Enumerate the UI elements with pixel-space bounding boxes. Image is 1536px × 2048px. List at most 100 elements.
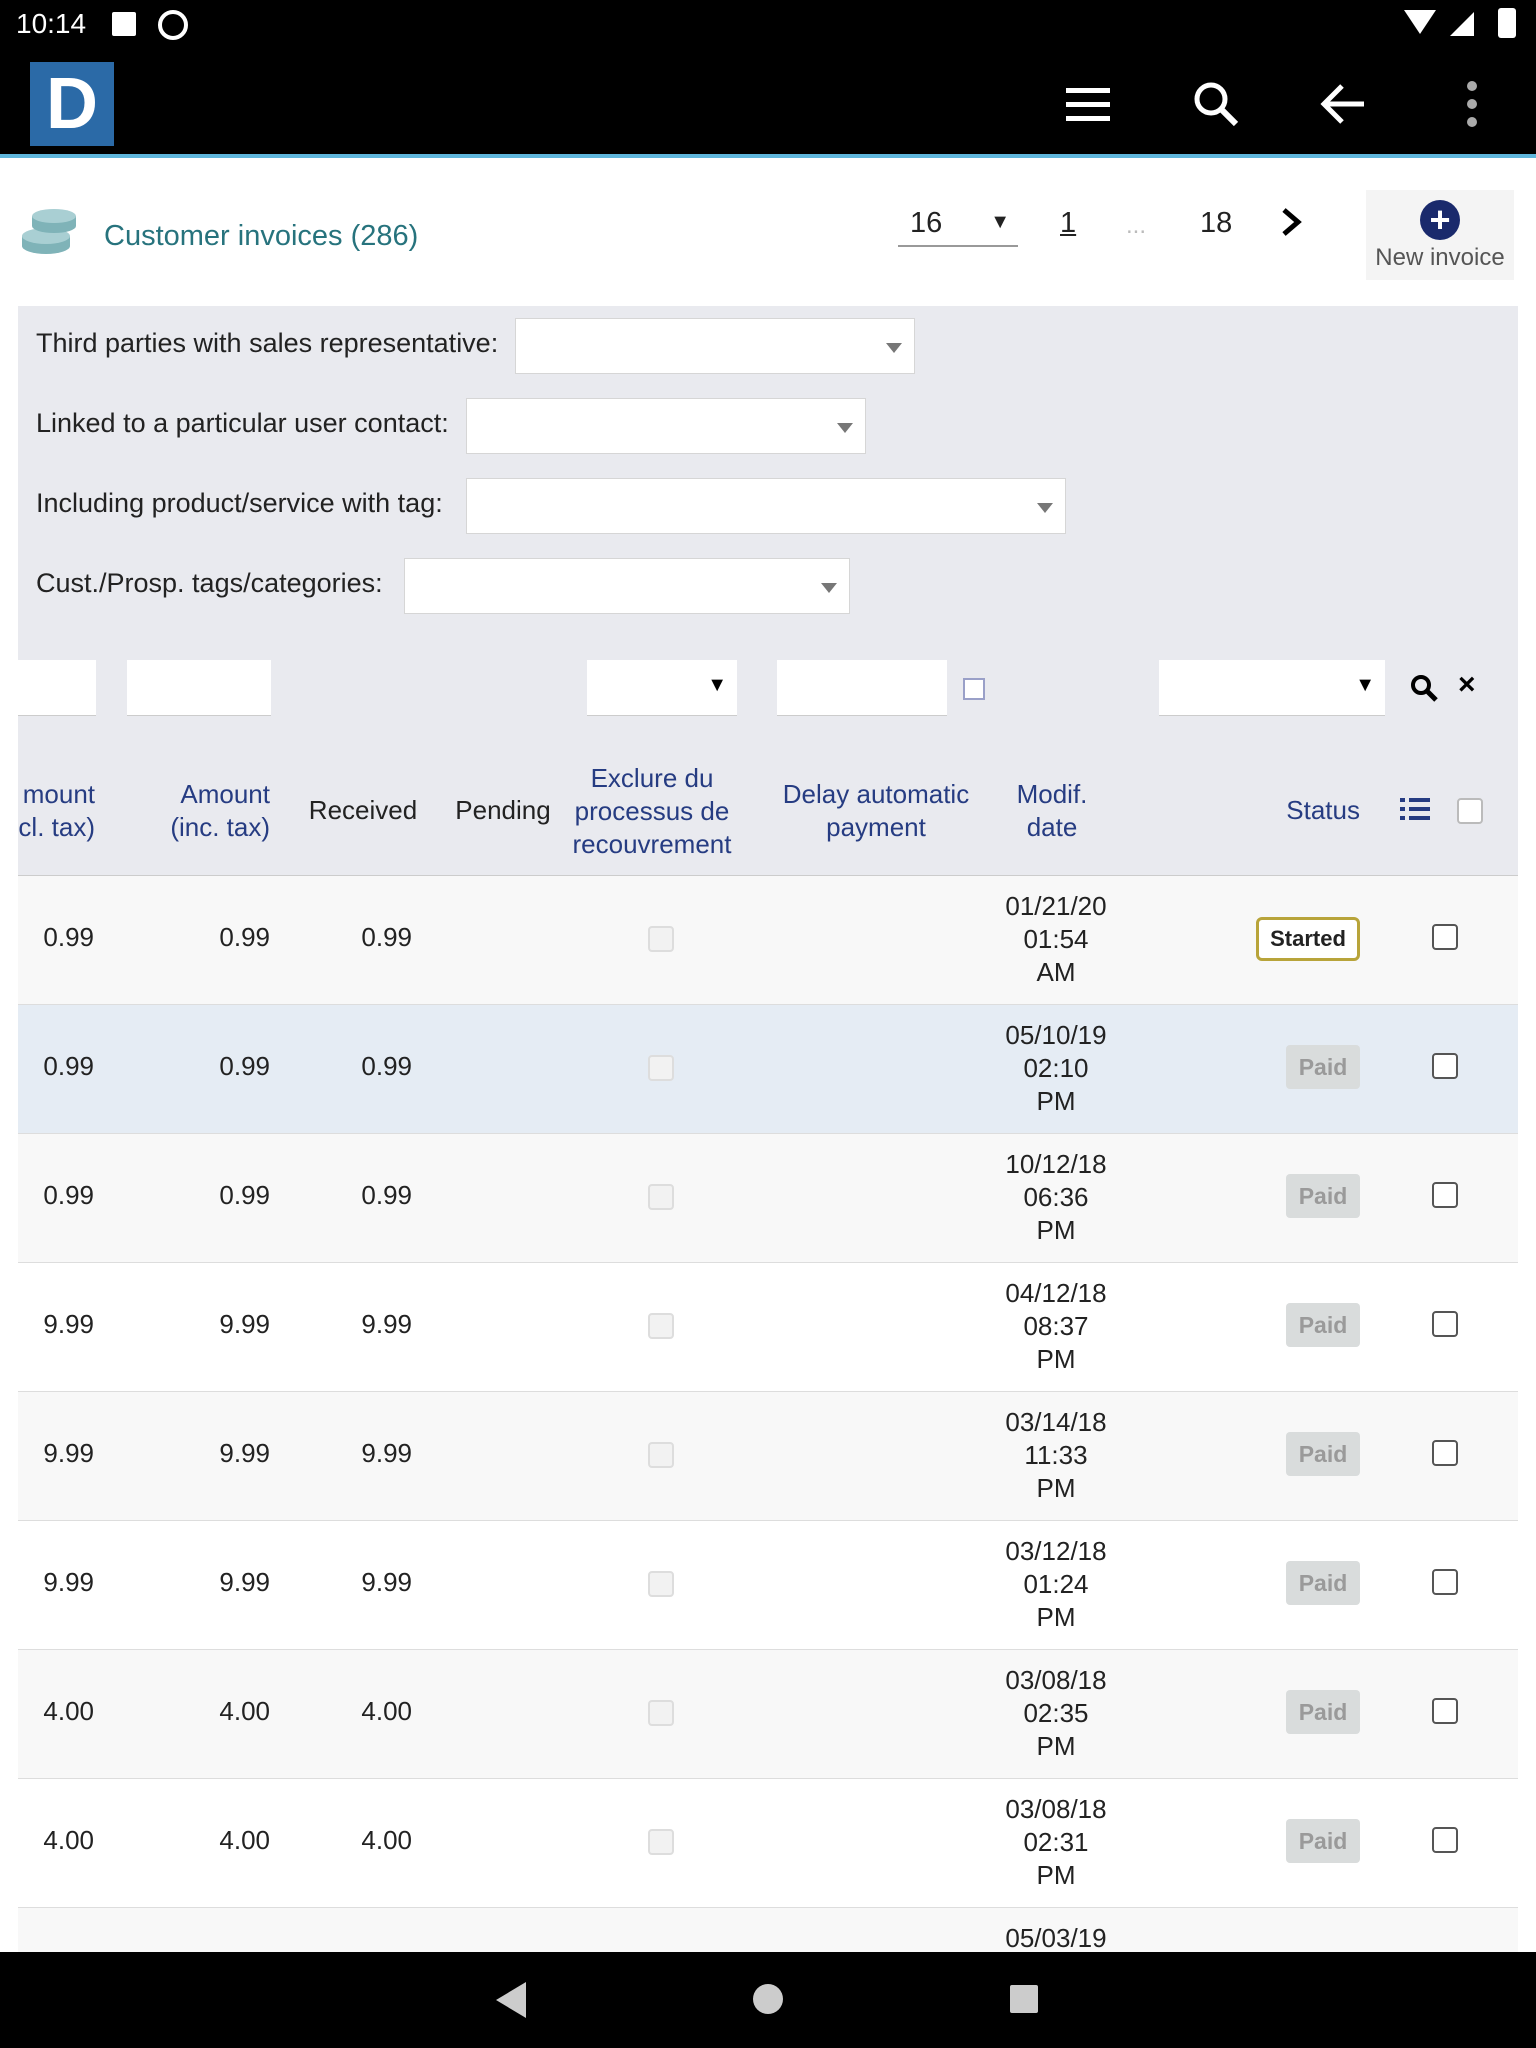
row-select-checkbox[interactable] xyxy=(1432,1698,1458,1724)
amount-inc-cell: 0.99 xyxy=(219,1051,270,1081)
time-line: 01:24 xyxy=(1023,1569,1089,1599)
menu-icon[interactable] xyxy=(1056,72,1120,136)
ampm-line: PM xyxy=(1036,1344,1076,1374)
status-badge: Paid xyxy=(1286,1432,1360,1476)
row-select-checkbox[interactable] xyxy=(1432,1053,1458,1079)
table-row[interactable]: 9.99 9.99 9.99 04/12/18 08:37 PM Paid xyxy=(18,1263,1518,1392)
user-contact-label: Linked to a particular user contact: xyxy=(36,408,449,438)
sales-rep-label: Third parties with sales representative: xyxy=(36,328,499,358)
date-line: 10/12/18 xyxy=(1005,1149,1107,1179)
exclude-checkbox[interactable] xyxy=(648,1055,674,1081)
amount-excl-cell: 0.99 xyxy=(43,1051,94,1081)
new-invoice-button[interactable]: + New invoice xyxy=(1366,190,1514,280)
exclude-filter-select[interactable]: ▼ xyxy=(587,660,737,716)
page-title: Customer invoices (286) xyxy=(104,220,419,252)
received-cell: 9.99 xyxy=(361,1309,412,1339)
page-link-current[interactable]: 1 xyxy=(1060,207,1076,240)
amount-inc-cell: 9.99 xyxy=(219,1438,270,1468)
received-cell: 0.99 xyxy=(361,1051,412,1081)
amount-inc-filter-input[interactable] xyxy=(127,660,271,716)
app-bar: D xyxy=(0,48,1536,158)
cust-tags-select[interactable] xyxy=(404,558,850,614)
row-select-checkbox[interactable] xyxy=(1432,924,1458,950)
table-row[interactable]: 9.99 9.99 9.99 03/14/18 11:33 PM Paid xyxy=(18,1392,1518,1521)
amount-inc-cell: 9.99 xyxy=(219,1567,270,1597)
exclude-checkbox[interactable] xyxy=(648,1442,674,1468)
amount-excl-filter-input[interactable] xyxy=(18,660,96,716)
amount-excl-cell: 9.99 xyxy=(43,1438,94,1468)
amount-excl-cell: 0.99 xyxy=(43,922,94,952)
time-line: 02:10 xyxy=(1023,1053,1089,1083)
table-row[interactable]: 9.99 9.99 9.99 03/12/18 01:24 PM Paid xyxy=(18,1521,1518,1650)
table-row-partial[interactable]: 05/03/19 xyxy=(18,1908,1518,1952)
col-exclude-line3: recouvrement xyxy=(572,829,732,859)
status-badge: Started xyxy=(1256,917,1360,961)
status-badge: Paid xyxy=(1286,1819,1360,1863)
exclude-checkbox[interactable] xyxy=(648,1313,674,1339)
col-status[interactable]: Status xyxy=(1258,794,1360,827)
col-modif-date[interactable]: Modif. date xyxy=(1006,778,1098,844)
exclude-checkbox[interactable] xyxy=(648,926,674,952)
table-row[interactable]: 0.99 0.99 0.99 10/12/18 06:36 PM Paid xyxy=(18,1134,1518,1263)
col-exclude[interactable]: Exclure du processus de recouvrement xyxy=(567,762,737,861)
page-size-value: 16 xyxy=(910,207,943,239)
calendar-icon[interactable] xyxy=(963,678,985,700)
list-title-bar: Customer invoices (286) 16 ▼ 1 ... 18 + … xyxy=(0,162,1536,306)
row-select-checkbox[interactable] xyxy=(1432,1569,1458,1595)
col-received: Received xyxy=(308,795,418,825)
table-row[interactable]: 0.99 0.99 0.99 01/21/20 01:54 AM Started xyxy=(18,876,1518,1005)
modif-date-cell: 01/21/20 01:54 AM xyxy=(986,890,1126,989)
col-amount-excl[interactable]: mount cl. tax) xyxy=(18,778,95,844)
search-icon[interactable] xyxy=(1184,72,1248,136)
row-select-checkbox[interactable] xyxy=(1432,1440,1458,1466)
nav-recents-icon[interactable] xyxy=(1010,1985,1038,2013)
modif-date-cell: 05/03/19 xyxy=(986,1922,1126,1952)
date-line: 03/08/18 xyxy=(1005,1794,1107,1824)
app-logo[interactable]: D xyxy=(30,62,114,146)
more-options-icon[interactable] xyxy=(1440,72,1504,136)
row-select-checkbox[interactable] xyxy=(1432,1311,1458,1337)
exclude-checkbox[interactable] xyxy=(648,1571,674,1597)
user-contact-select[interactable] xyxy=(466,398,866,454)
product-tag-select[interactable] xyxy=(466,478,1066,534)
ampm-line: PM xyxy=(1036,1086,1076,1116)
column-list-icon[interactable] xyxy=(1400,796,1430,827)
exclude-checkbox[interactable] xyxy=(648,1829,674,1855)
nav-back-icon[interactable] xyxy=(496,1982,526,2018)
col-amount-inc[interactable]: Amount (inc. tax) xyxy=(138,778,270,844)
ampm-line: PM xyxy=(1036,1602,1076,1632)
back-arrow-icon[interactable] xyxy=(1312,72,1376,136)
amount-inc-cell: 0.99 xyxy=(219,922,270,952)
search-icon[interactable] xyxy=(1408,672,1440,709)
signal-icon xyxy=(1450,12,1474,36)
row-select-checkbox[interactable] xyxy=(1432,1827,1458,1853)
amount-excl-cell: 9.99 xyxy=(43,1309,94,1339)
ampm-line: PM xyxy=(1036,1215,1076,1245)
sales-rep-select[interactable] xyxy=(515,318,915,374)
status-filter-select[interactable]: ▼ xyxy=(1159,660,1385,716)
received-cell: 9.99 xyxy=(361,1438,412,1468)
row-select-checkbox[interactable] xyxy=(1432,1182,1458,1208)
next-page-icon[interactable] xyxy=(1274,202,1310,242)
status-badge: Paid xyxy=(1286,1045,1360,1089)
nav-home-icon[interactable] xyxy=(753,1984,783,2014)
dropdown-arrow-icon xyxy=(1037,503,1053,513)
modif-date-cell: 04/12/18 08:37 PM xyxy=(986,1277,1126,1376)
product-tag-label: Including product/service with tag: xyxy=(36,488,443,518)
time-line: 02:35 xyxy=(1023,1698,1089,1728)
table-row[interactable]: 0.99 0.99 0.99 05/10/19 02:10 PM Paid xyxy=(18,1005,1518,1134)
ampm-line: PM xyxy=(1036,1860,1076,1890)
col-delay-payment[interactable]: Delay automatic payment xyxy=(770,778,982,844)
select-all-checkbox[interactable] xyxy=(1457,798,1483,824)
modif-date-filter-input[interactable] xyxy=(777,660,947,716)
cust-tags-label: Cust./Prosp. tags/categories: xyxy=(36,568,383,598)
clear-filter-icon[interactable]: × xyxy=(1458,668,1476,702)
page-size-select[interactable]: 16 ▼ xyxy=(898,207,1018,247)
table-row[interactable]: 4.00 4.00 4.00 03/08/18 02:31 PM Paid xyxy=(18,1779,1518,1908)
table-header: mount cl. tax) Amount (inc. tax) Receive… xyxy=(18,750,1518,876)
page-link-last[interactable]: 18 xyxy=(1200,207,1232,240)
table-row[interactable]: 4.00 4.00 4.00 03/08/18 02:35 PM Paid xyxy=(18,1650,1518,1779)
exclude-checkbox[interactable] xyxy=(648,1184,674,1210)
dropdown-arrow-icon xyxy=(837,423,853,433)
exclude-checkbox[interactable] xyxy=(648,1700,674,1726)
